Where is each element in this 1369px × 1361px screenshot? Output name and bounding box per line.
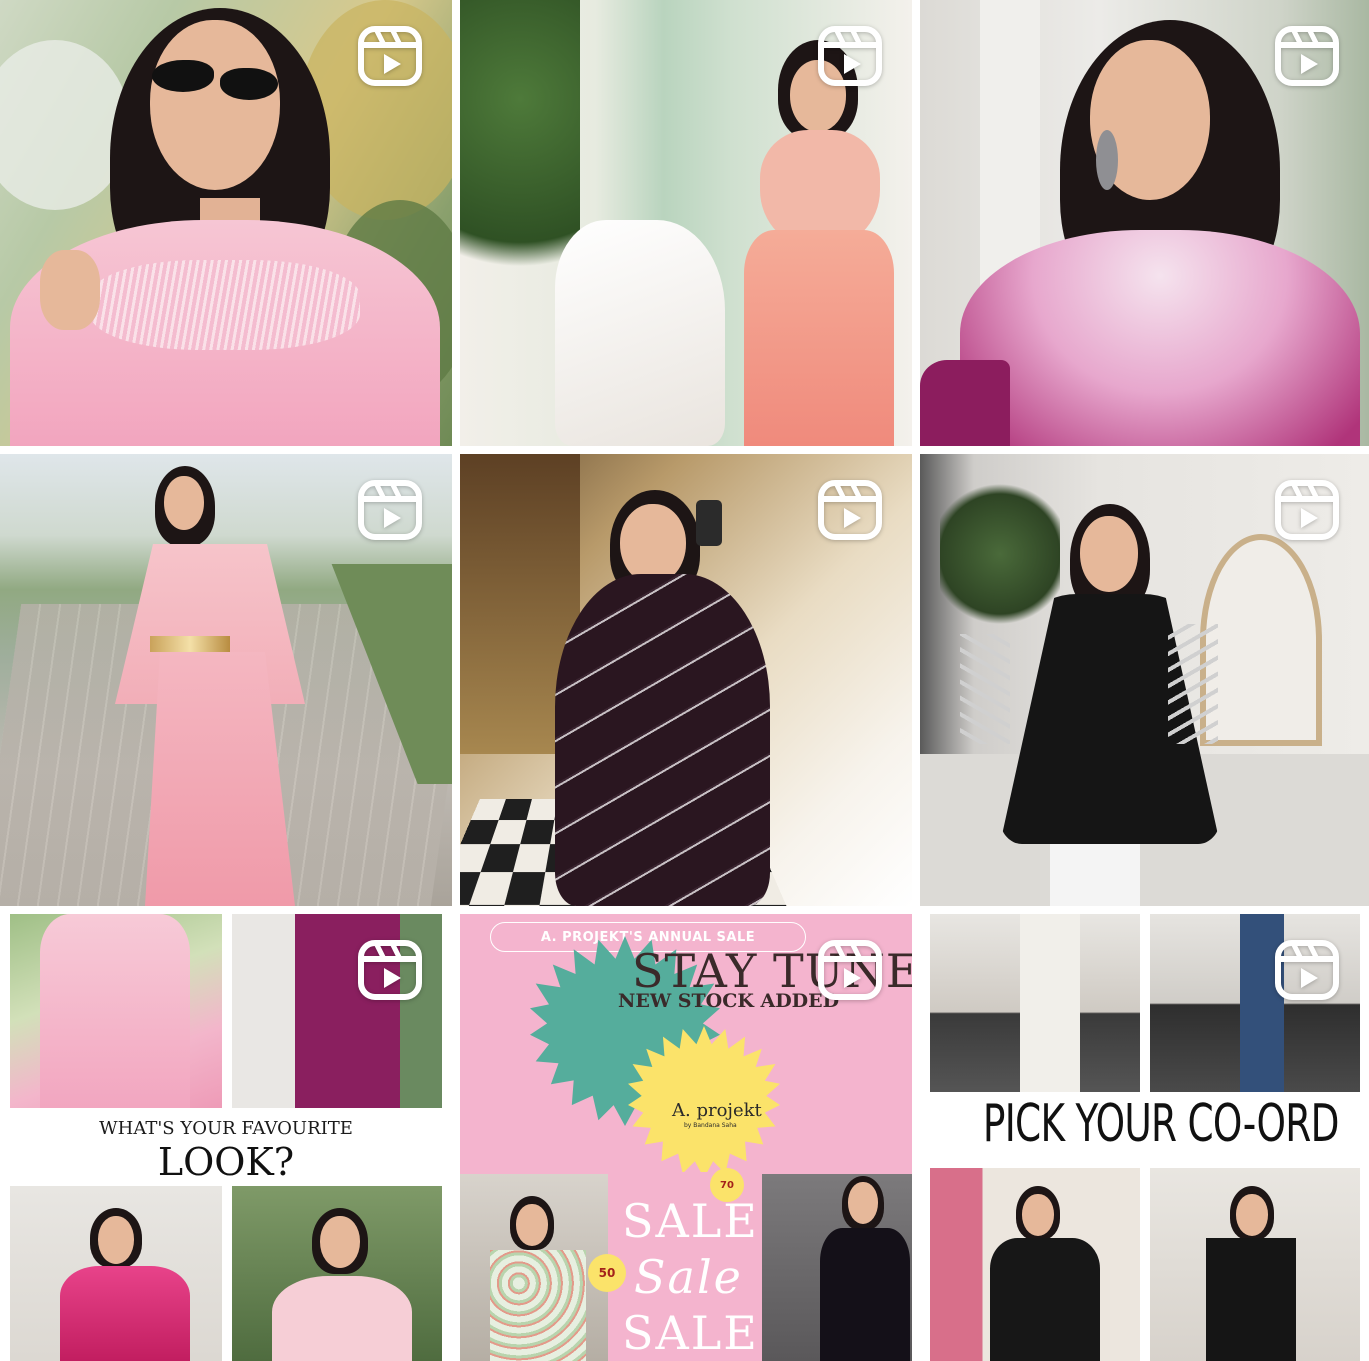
reels-icon[interactable]: [358, 480, 422, 540]
pink-kaftan: [40, 914, 190, 1108]
new-stock-subheadline: NEW STOCK ADDED: [618, 990, 840, 1012]
discount-badge-50: 50: [588, 1254, 626, 1292]
reels-icon[interactable]: [358, 26, 422, 86]
pink-top: [272, 1276, 412, 1361]
hand: [40, 250, 100, 330]
brand-logo-tag: by Bandana Saha: [684, 1122, 737, 1129]
reels-icon[interactable]: [818, 940, 882, 1000]
reel-tile-1[interactable]: [0, 0, 452, 446]
reel-tile-2[interactable]: [460, 0, 912, 446]
reels-icon[interactable]: [818, 480, 882, 540]
reel-tile-8[interactable]: A. PROJEKT'S ANNUAL SALE STAY TUNED NEW …: [460, 914, 912, 1361]
question-line-2: LOOK?: [157, 1140, 295, 1184]
brand-logo: A. projekt: [672, 1100, 762, 1121]
black-top: [1206, 1238, 1296, 1361]
reels-icon[interactable]: [1275, 940, 1339, 1000]
woman-face: [1080, 516, 1138, 592]
sale-word-3: SALE: [622, 1306, 759, 1360]
reel-tile-3[interactable]: [920, 0, 1369, 446]
peach-gown: [744, 230, 894, 446]
coord-photo-4: [1150, 1168, 1360, 1361]
reels-grid: WHAT'S YOUR FAVOURITE LOOK? A. PROJEKT'S…: [0, 0, 1369, 1361]
jhumka-earring: [1096, 130, 1118, 190]
floral-outfit: [490, 1250, 586, 1361]
sale-word-1: SALE: [622, 1194, 759, 1248]
reels-icon[interactable]: [818, 26, 882, 86]
reels-icon[interactable]: [1275, 26, 1339, 86]
sale-word-2: Sale: [634, 1250, 743, 1304]
collage-photo-1: [10, 914, 222, 1108]
reel-tile-7[interactable]: WHAT'S YOUR FAVOURITE LOOK?: [0, 914, 452, 1361]
collage-photo-3: [10, 1186, 222, 1361]
reels-icon[interactable]: [1275, 480, 1339, 540]
sale-photo-2: [760, 1174, 912, 1361]
coord-photo-1: [930, 914, 1140, 1092]
sunglasses: [220, 68, 278, 100]
collage-photo-4: [232, 1186, 442, 1361]
woman-face: [1022, 1194, 1054, 1236]
woman-face: [516, 1204, 548, 1246]
bow-sleeve: [1168, 624, 1218, 744]
discount-badge-70: 70: [710, 1168, 744, 1202]
bow-sleeve: [960, 634, 1010, 744]
reels-icon[interactable]: [358, 940, 422, 1000]
mirror: [1200, 534, 1322, 746]
elephant-sculpture: [555, 220, 725, 446]
embroidery: [90, 260, 360, 350]
sleeve: [920, 360, 1010, 446]
coord-photo-3: [930, 1168, 1140, 1361]
woman-face: [150, 20, 280, 190]
sale-photo-1: [460, 1174, 610, 1361]
woman-face: [320, 1216, 360, 1268]
reel-tile-6[interactable]: [920, 454, 1369, 906]
plant: [940, 474, 1060, 634]
woman-face: [848, 1182, 878, 1224]
reel-tile-4[interactable]: [0, 454, 452, 906]
woman-face: [1236, 1194, 1268, 1236]
phone: [696, 500, 722, 546]
tie-dye-top: [960, 230, 1360, 446]
black-coord: [990, 1238, 1100, 1361]
question-line-1: WHAT'S YOUR FAVOURITE: [99, 1118, 353, 1139]
white-pants: [1050, 844, 1140, 906]
pick-your-coord-headline: PICK YOUR CO-ORD: [982, 1094, 1340, 1154]
sunglasses: [152, 60, 214, 92]
woman-face: [98, 1216, 134, 1264]
reel-tile-9[interactable]: PICK YOUR CO-ORD: [920, 914, 1369, 1361]
woman-face: [164, 476, 204, 530]
dark-saree: [555, 574, 770, 906]
reel-tile-5[interactable]: [460, 454, 912, 906]
black-kurta: [820, 1228, 910, 1361]
gold-belt: [150, 636, 230, 652]
pink-dupatta-outfit: [60, 1266, 190, 1361]
sale-text-panel: SALE Sale SALE: [608, 1172, 762, 1361]
white-coord: [1020, 914, 1080, 1092]
woman-face: [620, 504, 686, 584]
